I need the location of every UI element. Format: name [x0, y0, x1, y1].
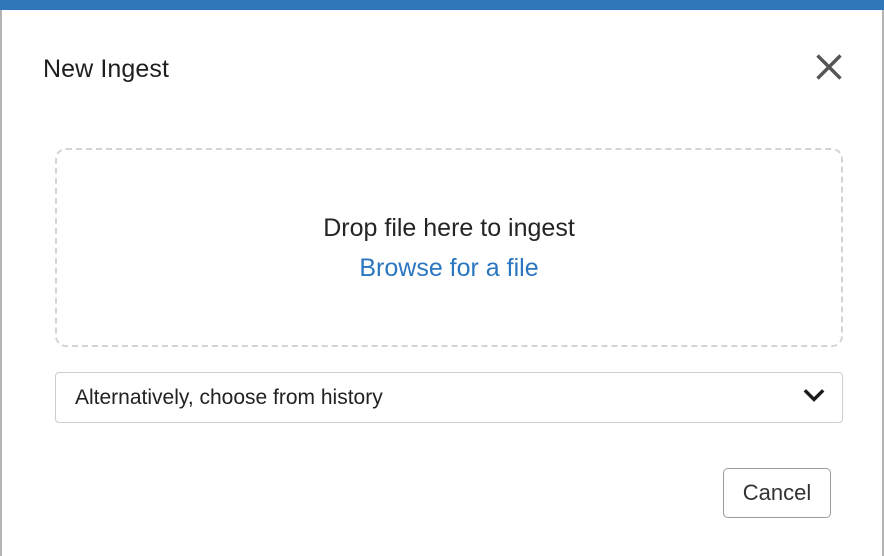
page-title: New Ingest [43, 55, 170, 83]
cancel-button[interactable]: Cancel [723, 468, 831, 518]
close-x-icon [814, 52, 844, 82]
history-select[interactable]: Alternatively, choose from history [55, 372, 843, 423]
close-button[interactable] [812, 50, 846, 84]
file-dropzone[interactable]: Drop file here to ingest Browse for a fi… [55, 148, 843, 347]
dialog-header: New Ingest [2, 10, 882, 122]
dropzone-prompt: Drop file here to ingest [323, 213, 575, 242]
history-select-wrapper: Alternatively, choose from history [55, 372, 843, 423]
browse-for-file-link[interactable]: Browse for a file [359, 251, 538, 285]
new-ingest-dialog: New Ingest Drop file here to ingest Brow… [0, 0, 884, 556]
dialog-accent-bar [0, 0, 884, 10]
dialog-footer: Cancel [2, 468, 882, 556]
